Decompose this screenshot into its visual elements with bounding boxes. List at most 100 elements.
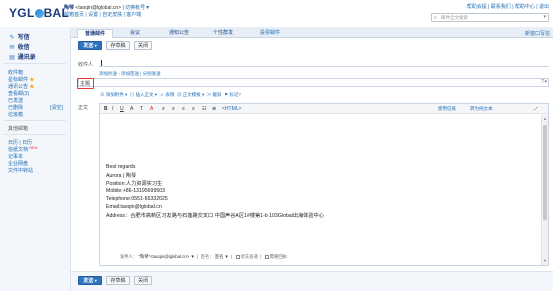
- send-button-bottom[interactable]: 发送 ▾: [78, 276, 102, 285]
- scroll-thumb[interactable]: [543, 125, 547, 220]
- link-feedback[interactable]: 帮助会提: [467, 4, 487, 10]
- body-label: 正文: [78, 105, 89, 111]
- sidebar-item-docs[interactable]: 信纸文档 NEW: [8, 146, 38, 153]
- header: YGL BAL 陶琴 <taoqin@lglobal.cn> | 切换帐号▼ 邮箱…: [0, 0, 553, 27]
- font-size-button[interactable]: A: [130, 105, 133, 113]
- link-client[interactable]: 客户端: [126, 12, 141, 18]
- align-center-button[interactable]: ≡: [172, 105, 175, 113]
- close-button-bottom[interactable]: 关闭: [134, 276, 152, 285]
- editor-body[interactable]: Best regards Aurora | 陶琴 Position:人力资源实习…: [103, 116, 539, 264]
- logo[interactable]: YGL BAL: [9, 6, 69, 20]
- use-letterpaper-link[interactable]: 使用信纸: [438, 106, 456, 112]
- close-button[interactable]: 关闭: [134, 41, 152, 50]
- pencil-icon: ✎: [9, 35, 15, 41]
- align-left-button[interactable]: ≡: [162, 105, 165, 113]
- sidebar-item-starred[interactable]: 星标邮件 ★: [8, 76, 34, 83]
- sidebar-item-review[interactable]: 查看邮(3): [8, 90, 29, 97]
- sidebar-item-inbox[interactable]: ✉ 收信: [8, 42, 29, 51]
- sidebar-item-spam[interactable]: 垃圾箱: [8, 111, 23, 118]
- compose-tabs: 普通邮件 会议 通知公告 个性群发 投票邮件 新窗口写信: [71, 27, 553, 38]
- subject-field[interactable]: [78, 78, 549, 87]
- list-button[interactable]: ≡: [182, 105, 185, 113]
- signature-line: Best regards: [106, 164, 136, 170]
- sidebar-section-other: 其他邮箱: [8, 126, 29, 132]
- sidebar-item-netdisk[interactable]: 企业网盘: [8, 160, 28, 167]
- paperclip-icon: ⊘: [100, 92, 105, 97]
- signature-select[interactable]: 签名 ▼: [215, 254, 229, 259]
- screenshot-button[interactable]: 截屏: [213, 92, 222, 97]
- chevron-down-icon: ▾: [94, 43, 97, 48]
- link-logout[interactable]: 退出: [539, 4, 549, 10]
- insert-icon: ▤: [129, 92, 135, 97]
- insert-body-button[interactable]: 插入正文 ▾: [136, 92, 158, 97]
- table-button[interactable]: ☷: [202, 105, 206, 113]
- sidebar: ✎ 写信 ✉ 收信 ▤ 通讯录 收件箱 星标邮件 ★ 通讯公告 ★ 查看邮(3)…: [0, 27, 71, 291]
- tag-button[interactable]: 标记?: [229, 92, 241, 97]
- sidebar-item-sent[interactable]: 已发送: [8, 97, 23, 104]
- sidebar-item-notice[interactable]: 通讯公告 ★: [8, 83, 34, 90]
- font-family-button[interactable]: T: [140, 105, 143, 113]
- attachment-toolbar: ⊘ 添加附件 ▾ ▤ 插入正文 ▾ ☺ 表情 ▦ 正文模板 ▾ ✂ 截屏 ⚑ 标…: [100, 92, 241, 98]
- star-icon: ★: [29, 84, 35, 90]
- add-attachment-button[interactable]: 添加附件 ▾: [106, 92, 128, 97]
- link-help[interactable]: 帮助中心: [515, 4, 535, 10]
- sidebar-item-notepad[interactable]: 记事本: [8, 153, 23, 160]
- tag-icon: ⚑: [224, 92, 229, 97]
- html-toggle[interactable]: <HTML>: [222, 105, 241, 113]
- text-cursor: [101, 60, 102, 66]
- template-button[interactable]: 正文模板 ▾: [183, 92, 205, 97]
- tab-vote[interactable]: 投票邮件: [249, 29, 291, 38]
- link-settings[interactable]: 设置: [88, 12, 98, 18]
- chevron-down-icon[interactable]: ▾: [543, 14, 546, 20]
- divider: [4, 120, 66, 121]
- sidebar-item-write[interactable]: ✎ 写信: [8, 32, 29, 41]
- link-mail-home[interactable]: 邮箱首页: [64, 12, 84, 18]
- scroll-up-icon[interactable]: ▲: [543, 116, 547, 121]
- scissors-icon: ✂: [206, 92, 212, 97]
- search-placeholder: 邮件全文搜索: [441, 15, 468, 20]
- signature-line: Position:人力资源实习生: [106, 181, 163, 187]
- tab-normal-mail[interactable]: 普通邮件: [77, 29, 113, 38]
- editor-toolbar: B I U A T A ≡ ≡ ≡ ≡ ☷ ⊕ <HTML> 使用信纸 转为纯文…: [100, 104, 548, 114]
- editor-scrollbar[interactable]: ▲ ▼: [541, 115, 548, 265]
- search-icon: ⌕: [434, 15, 437, 21]
- italic-button[interactable]: I: [112, 105, 113, 113]
- emoji-button[interactable]: 表情: [165, 92, 174, 97]
- underline-button[interactable]: U: [120, 105, 124, 113]
- from-select[interactable]: "陶琴"<taoqin@lglobal.cn> ▼: [138, 254, 194, 259]
- send-button[interactable]: 发送 ▾: [78, 41, 102, 50]
- bold-button[interactable]: B: [104, 105, 108, 113]
- link-button[interactable]: ⊕: [212, 105, 216, 113]
- plain-text-link[interactable]: 转为纯文本: [470, 106, 493, 112]
- save-draft-button[interactable]: 存草稿: [106, 41, 130, 50]
- sidebar-item-inbox-folder[interactable]: 收件箱: [8, 69, 23, 76]
- scroll-down-icon[interactable]: ▼: [543, 258, 547, 263]
- expand-icon[interactable]: ⤢: [534, 106, 538, 111]
- from-label: 发件人：: [120, 254, 138, 259]
- sidebar-item-transfer[interactable]: 文件中转站: [8, 167, 33, 174]
- sidebar-item-contacts[interactable]: ▤ 通讯录: [8, 52, 36, 61]
- link-contact[interactable]: 联系我们: [491, 4, 511, 10]
- tab-meeting[interactable]: 会议: [117, 29, 153, 38]
- mail-compose-page: YGL BAL 陶琴 <taoqin@lglobal.cn> | 切换帐号▼ 邮箱…: [0, 0, 553, 291]
- tab-mass-send[interactable]: 个性群发: [203, 29, 243, 38]
- add-cc-links[interactable]: 添加抄送 - 添加密送 | 分别发送: [99, 71, 161, 77]
- signature-line: Email:taoqin@lglobal.cn: [106, 204, 162, 210]
- priority-checkbox[interactable]: [235, 254, 240, 259]
- subject-priority-icon[interactable]: T▾: [541, 79, 547, 85]
- receipt-checkbox[interactable]: [264, 254, 269, 259]
- search-input[interactable]: ⌕ 邮件全文搜索 ▾: [431, 13, 549, 22]
- chevron-down-icon: ▾: [94, 278, 97, 283]
- to-field[interactable]: [99, 60, 549, 67]
- font-color-button[interactable]: A: [150, 105, 153, 113]
- open-new-window-link[interactable]: 新窗口写信: [525, 30, 550, 37]
- tab-notice[interactable]: 通知公告: [159, 29, 199, 38]
- signature-line: Address：合肥市高新区习友路与石莲路交叉口 中国声谷A区1#楼第1-b 1…: [106, 213, 324, 219]
- sidebar-item-calendar[interactable]: 日历 | 日历: [8, 139, 32, 146]
- indent-button[interactable]: ≡: [192, 105, 195, 113]
- signature-line: Aurora | 陶琴: [106, 173, 137, 179]
- link-skin[interactable]: 自定皮肤: [102, 12, 122, 18]
- save-draft-button-bottom[interactable]: 存草稿: [106, 276, 130, 285]
- empty-trash-link[interactable]: [清空]: [50, 104, 63, 111]
- sidebar-item-deleted[interactable]: 已删除: [8, 104, 23, 111]
